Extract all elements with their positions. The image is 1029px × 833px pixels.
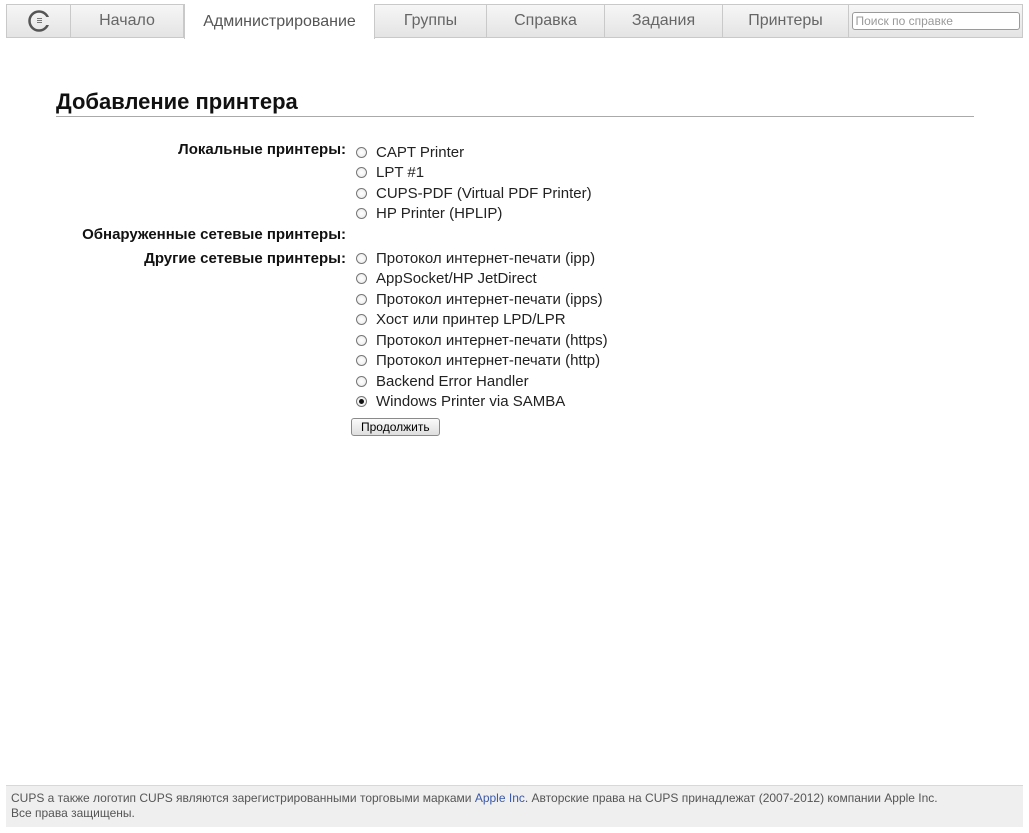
printer-option[interactable]: Протокол интернет-печати (ipps) (356, 289, 1029, 310)
printer-option-label: HP Printer (HPLIP) (376, 205, 503, 223)
radio-button[interactable] (356, 167, 367, 179)
printer-option[interactable]: Протокол интернет-печати (https) (356, 330, 1029, 351)
home-logo-link[interactable] (7, 5, 71, 37)
printer-option[interactable]: Протокол интернет-печати (http) (356, 351, 1029, 372)
tab-administration[interactable]: Администрирование (184, 4, 375, 39)
printer-option-label: CUPS-PDF (Virtual PDF Printer) (376, 184, 592, 202)
cups-logo-icon (27, 10, 50, 32)
printer-option[interactable]: CAPT Printer (356, 142, 1029, 163)
radio-button[interactable] (356, 375, 367, 387)
page-title: Добавление принтера (56, 89, 974, 117)
printer-option-label: Протокол интернет-печати (https) (376, 331, 608, 349)
tab-home[interactable]: Начало (71, 5, 184, 37)
tab-groups[interactable]: Группы (375, 5, 487, 37)
radio-button[interactable] (356, 314, 367, 326)
printer-option-label: Протокол интернет-печати (http) (376, 352, 601, 370)
printer-option[interactable]: HP Printer (HPLIP) (356, 204, 1029, 225)
radio-button[interactable] (356, 146, 367, 158)
printer-option-label: CAPT Printer (376, 143, 465, 161)
footer: CUPS а также логотип CUPS являются зарег… (6, 785, 1023, 827)
printer-option-label: Протокол интернет-печати (ipp) (376, 249, 596, 267)
footer-line-2: Все права защищены. (11, 806, 135, 820)
add-printer-form: Локальные принтеры: CAPT Printer LPT #1 … (0, 140, 1029, 410)
printer-option-selected[interactable]: Windows Printer via SAMBA (356, 392, 1029, 413)
printer-option-label: Windows Printer via SAMBA (376, 393, 566, 411)
top-navigation: Начало Администрирование Группы Справка … (6, 4, 1023, 39)
printer-option-label: Backend Error Handler (376, 372, 529, 390)
printer-option-label: LPT #1 (376, 164, 425, 182)
footer-text: . Авторские права на CUPS принадлежат (2… (524, 791, 938, 805)
printer-option[interactable]: Протокол интернет-печати (ipp) (356, 248, 1029, 269)
radio-button[interactable] (356, 208, 367, 220)
printer-option-label: Протокол интернет-печати (ipps) (376, 290, 603, 308)
printer-option[interactable]: Backend Error Handler (356, 371, 1029, 392)
tab-help[interactable]: Справка (487, 5, 605, 37)
radio-button[interactable] (356, 187, 367, 199)
local-printers-section: Локальные принтеры: CAPT Printer LPT #1 … (0, 140, 1029, 222)
printer-option-label: AppSocket/HP JetDirect (376, 270, 537, 288)
radio-button-checked[interactable] (356, 396, 367, 408)
apple-link[interactable]: Apple Inc (475, 791, 525, 805)
tab-jobs[interactable]: Задания (605, 5, 723, 37)
radio-button[interactable] (356, 293, 367, 305)
printer-option[interactable]: LPT #1 (356, 163, 1029, 184)
printer-option[interactable]: Хост или принтер LPD/LPR (356, 310, 1029, 331)
continue-button[interactable]: Продолжить (351, 418, 440, 436)
discovered-printers-section: Обнаруженные сетевые принтеры: (0, 222, 1029, 246)
radio-button[interactable] (356, 334, 367, 346)
footer-line-1: CUPS а также логотип CUPS являются зарег… (11, 791, 1018, 806)
help-search (849, 5, 1022, 37)
printer-option-label: Хост или принтер LPD/LPR (376, 311, 566, 329)
radio-button[interactable] (356, 252, 367, 264)
discovered-printers-label: Обнаруженные сетевые принтеры: (82, 226, 346, 243)
other-printers-section: Другие сетевые принтеры: Протокол интерн… (0, 246, 1029, 413)
other-printers-label: Другие сетевые принтеры: (144, 250, 346, 267)
help-search-input[interactable] (851, 12, 1020, 30)
printer-option[interactable]: AppSocket/HP JetDirect (356, 269, 1029, 290)
radio-button[interactable] (356, 355, 367, 367)
local-printers-label: Локальные принтеры: (178, 141, 346, 158)
footer-text: CUPS а также логотип CUPS являются зарег… (11, 791, 475, 805)
tab-printers[interactable]: Принтеры (723, 5, 849, 37)
radio-button[interactable] (356, 273, 367, 285)
printer-option[interactable]: CUPS-PDF (Virtual PDF Printer) (356, 183, 1029, 204)
